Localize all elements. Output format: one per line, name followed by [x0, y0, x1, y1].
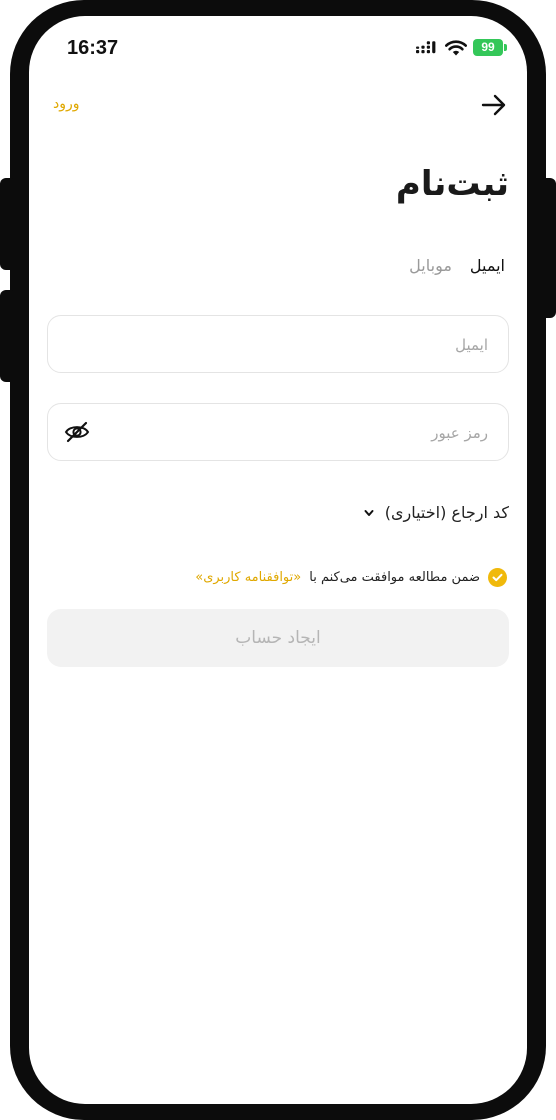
tab-email[interactable]: ایمیل: [470, 256, 505, 275]
email-input[interactable]: [146, 316, 490, 374]
battery-level: 99: [473, 39, 503, 56]
power-button: [540, 178, 556, 318]
volume-down-button: [0, 290, 16, 382]
status-bar: 16:37 99: [29, 16, 527, 80]
arrow-right-icon[interactable]: [481, 94, 507, 116]
agreement-checkbox[interactable]: [488, 568, 507, 587]
referral-code-label: کد ارجاع (اختیاری): [384, 503, 509, 522]
password-field[interactable]: [47, 403, 509, 462]
email-field[interactable]: [47, 315, 509, 374]
referral-code-toggle[interactable]: کد ارجاع (اختیاری): [363, 503, 509, 522]
checkmark-icon: [492, 573, 503, 582]
terms-agreement: ضمن مطالعه موافقت می‌کنم با «توافقنامه ک…: [195, 568, 507, 587]
chevron-down-icon: [364, 509, 374, 516]
terms-of-use-link[interactable]: «توافقنامه کاربری»: [195, 570, 301, 585]
signup-method-tabs: ایمیل موبایل: [409, 256, 505, 275]
cellular-signal-icon: [416, 41, 436, 54]
wifi-icon: [445, 40, 467, 56]
battery-tip: [504, 44, 507, 51]
login-link[interactable]: ورود: [53, 96, 80, 112]
agreement-text: ضمن مطالعه موافقت می‌کنم با: [309, 570, 480, 585]
app-screen: 16:37 99 ورود ثبت‌نام ایمیل موب: [29, 16, 527, 1104]
page-title: ثبت‌نام: [395, 164, 509, 204]
password-input[interactable]: [146, 404, 490, 462]
tab-mobile[interactable]: موبایل: [409, 256, 452, 275]
eye-slash-icon[interactable]: [64, 421, 90, 443]
volume-up-button: [0, 178, 16, 270]
create-account-button[interactable]: ایجاد حساب: [47, 609, 509, 667]
status-time: 16:37: [67, 37, 119, 59]
